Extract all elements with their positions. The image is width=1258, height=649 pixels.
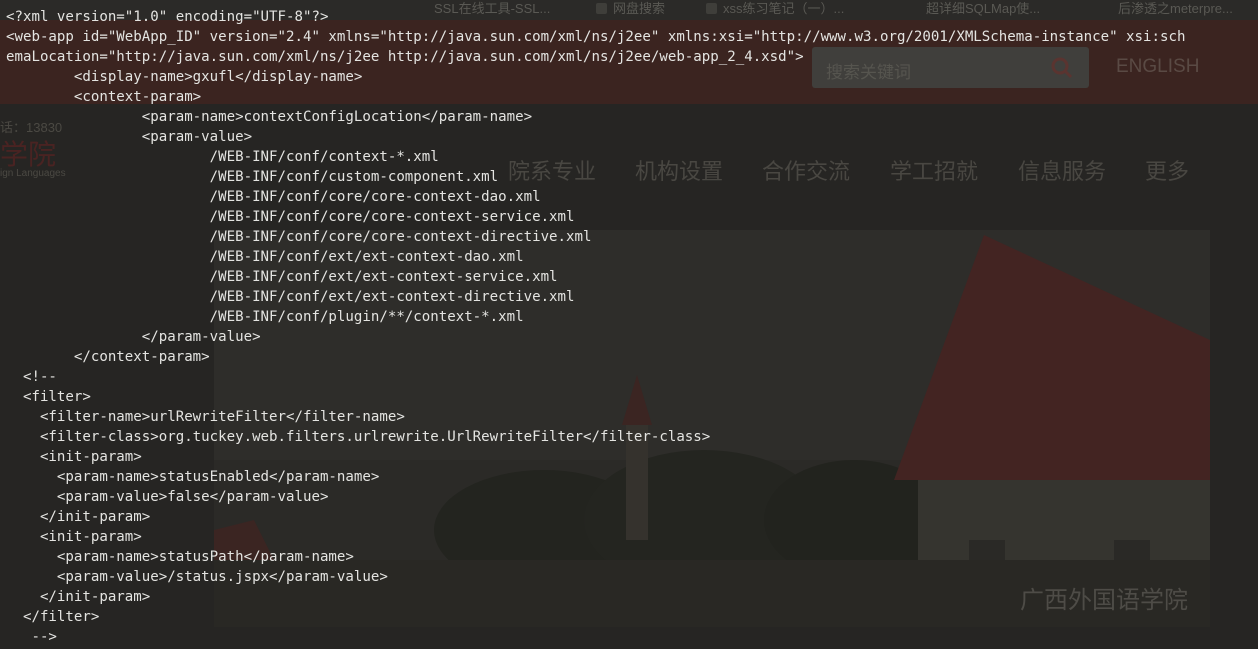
source-line: /WEB-INF/conf/ext/ext-context-service.xm…	[6, 269, 558, 285]
source-line: </param-value>	[6, 329, 261, 345]
source-line: /WEB-INF/conf/core/core-context-dao.xml	[6, 189, 541, 205]
source-line: <filter-class>org.tuckey.web.filters.url…	[6, 429, 711, 445]
source-line: <?xml version="1.0" encoding="UTF-8"?>	[6, 9, 329, 25]
source-line: <context-param>	[6, 89, 202, 105]
source-line: /WEB-INF/conf/plugin/**/context-*.xml	[6, 309, 524, 325]
source-line: <param-value>/status.jspx</param-value>	[6, 569, 388, 585]
source-line: <param-name>statusEnabled</param-name>	[6, 469, 380, 485]
source-line: /WEB-INF/conf/core/core-context-directiv…	[6, 229, 592, 245]
source-line: </init-param>	[6, 509, 151, 525]
source-line: </filter>	[6, 609, 100, 625]
source-line: </init-param>	[6, 589, 151, 605]
source-line: /WEB-INF/conf/ext/ext-context-dao.xml	[6, 249, 524, 265]
source-line: /WEB-INF/conf/custom-component.xml	[6, 169, 499, 185]
source-line: <web-app id="WebApp_ID" version="2.4" xm…	[6, 29, 1186, 45]
source-line: <param-value>	[6, 129, 253, 145]
source-line: /WEB-INF/conf/ext/ext-context-directive.…	[6, 289, 575, 305]
source-line: <param-name>statusPath</param-name>	[6, 549, 354, 565]
source-line: </context-param>	[6, 349, 210, 365]
xml-source-view: <?xml version="1.0" encoding="UTF-8"?> <w…	[6, 7, 1185, 647]
source-line: <filter>	[6, 389, 91, 405]
source-line: <!--	[6, 369, 57, 385]
source-line: emaLocation="http://java.sun.com/xml/ns/…	[6, 49, 804, 65]
source-line: <init-param>	[6, 529, 142, 545]
source-line: -->	[6, 629, 57, 645]
source-line: <param-name>contextConfigLocation</param…	[6, 109, 533, 125]
source-line: /WEB-INF/conf/core/core-context-service.…	[6, 209, 575, 225]
source-line: <param-value>false</param-value>	[6, 489, 329, 505]
source-line: <init-param>	[6, 449, 142, 465]
source-line: <filter-name>urlRewriteFilter</filter-na…	[6, 409, 405, 425]
source-line: <display-name>gxufl</display-name>	[6, 69, 363, 85]
source-line: /WEB-INF/conf/context-*.xml	[6, 149, 439, 165]
